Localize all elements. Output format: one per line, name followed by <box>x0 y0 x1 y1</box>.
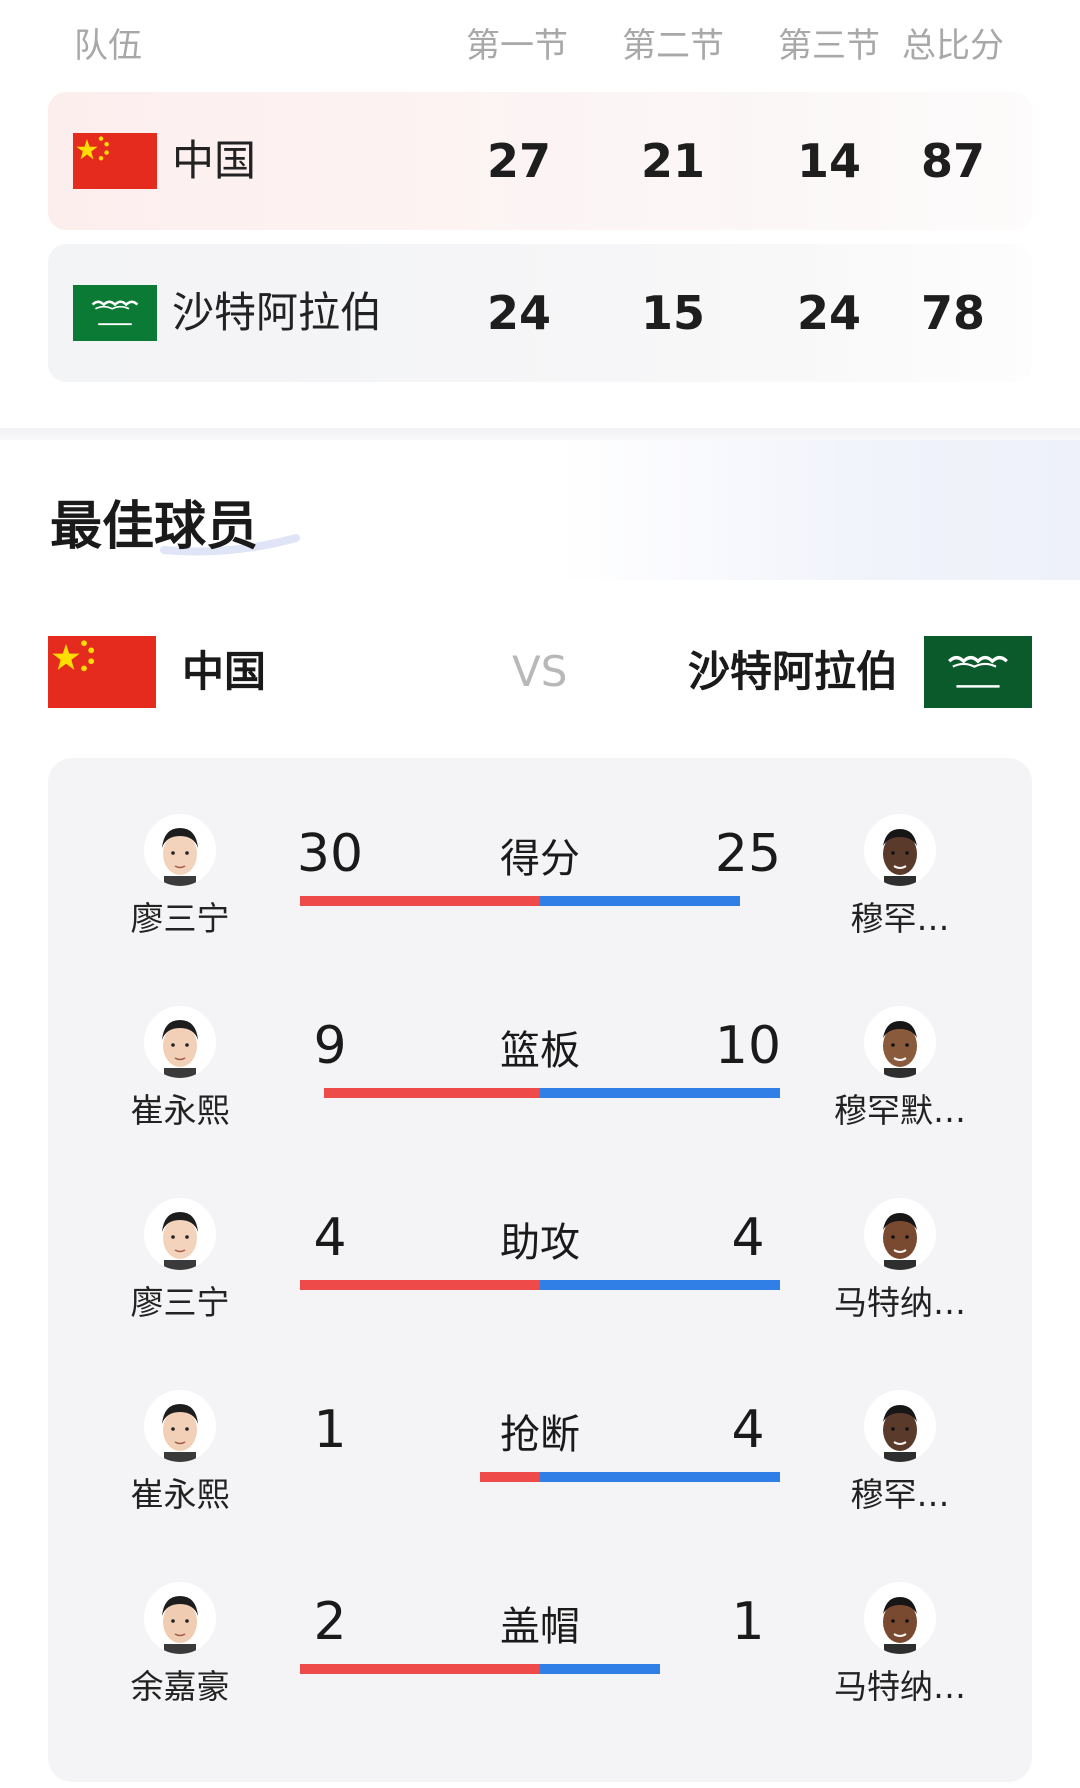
team-name: 中国 <box>172 136 257 185</box>
vs-label: VS <box>512 647 568 696</box>
player-avatar[interactable] <box>144 1198 216 1270</box>
left-team-bar <box>324 1088 540 1098</box>
player-avatar[interactable] <box>864 1198 936 1270</box>
stat-row[interactable]: 崔永熙 穆罕… 1 4 抢断 <box>48 1390 1032 1570</box>
player-avatar[interactable] <box>144 1006 216 1078</box>
left-team-bar <box>300 1280 540 1290</box>
stat-row[interactable]: 廖三宁 穆罕… 30 25 得分 <box>48 814 1032 994</box>
right-team-bar <box>540 1664 660 1674</box>
left-stat-value: 9 <box>313 1016 347 1076</box>
player-avatar[interactable] <box>144 1582 216 1654</box>
score-q1: 27 <box>486 134 551 188</box>
header-team: 队伍 <box>74 26 142 66</box>
right-stat-value: 4 <box>731 1208 765 1268</box>
player-avatar[interactable] <box>864 1582 936 1654</box>
stat-label: 助攻 <box>500 1220 580 1266</box>
right-team-bar <box>540 1280 780 1290</box>
saudi-flag-icon <box>73 285 157 341</box>
score-q2: 21 <box>640 134 705 188</box>
stat-row[interactable]: 余嘉豪 马特纳… 2 1 盖帽 <box>48 1582 1032 1762</box>
best-players-section: 最佳球员 中国 VS 沙特阿拉伯 廖三宁 穆罕… 30 25 得分 崔永熙 穆罕… <box>0 440 1080 1788</box>
score-total: 78 <box>920 286 985 340</box>
left-stat-value: 2 <box>313 1592 347 1652</box>
player-avatar[interactable] <box>144 814 216 886</box>
section-divider <box>0 428 1080 440</box>
stat-label: 得分 <box>500 836 580 882</box>
comparison-bar <box>48 1088 1032 1098</box>
score-q1: 24 <box>486 286 551 340</box>
left-team-name: 中国 <box>182 647 267 696</box>
left-team-bar <box>300 896 540 906</box>
right-stat-value: 4 <box>731 1400 765 1460</box>
stat-label: 盖帽 <box>500 1604 580 1650</box>
right-team-bar <box>540 1088 780 1098</box>
header-q2: 第二节 <box>622 26 724 66</box>
left-stat-value: 4 <box>313 1208 347 1268</box>
score-table-header: 队伍 第一节 第二节 第三节 总比分 <box>0 18 1080 74</box>
player-avatar[interactable] <box>864 1390 936 1462</box>
score-q3: 14 <box>796 134 861 188</box>
score-table: 队伍 第一节 第二节 第三节 总比分 中国 27 21 14 87 沙特阿拉伯 … <box>0 0 1080 428</box>
score-q3: 24 <box>796 286 861 340</box>
stats-comparison-card: 廖三宁 穆罕… 30 25 得分 崔永熙 穆罕默… 9 10 篮板 廖三宁 马特… <box>48 758 1032 1782</box>
right-stat-value: 10 <box>714 1016 782 1076</box>
china-flag-icon <box>73 133 157 189</box>
stat-label: 篮板 <box>500 1028 580 1074</box>
left-stat-value: 1 <box>313 1400 347 1460</box>
comparison-bar <box>48 1280 1032 1290</box>
score-q2: 15 <box>640 286 705 340</box>
left-stat-value: 30 <box>296 824 364 884</box>
right-stat-value: 25 <box>714 824 782 884</box>
stat-row[interactable]: 廖三宁 马特纳… 4 4 助攻 <box>48 1198 1032 1378</box>
vs-header: 中国 VS 沙特阿拉伯 <box>0 636 1080 708</box>
comparison-bar <box>48 1472 1032 1482</box>
comparison-bar <box>48 1664 1032 1674</box>
player-avatar[interactable] <box>864 814 936 886</box>
header-decoration <box>560 440 1080 580</box>
stat-label: 抢断 <box>500 1412 580 1458</box>
china-flag-icon <box>48 636 156 708</box>
stat-row[interactable]: 崔永熙 穆罕默… 9 10 篮板 <box>48 1006 1032 1186</box>
player-avatar[interactable] <box>864 1006 936 1078</box>
team-name: 沙特阿拉伯 <box>172 288 383 337</box>
score-row-saudi[interactable]: 沙特阿拉伯 24 15 24 78 <box>48 244 1032 382</box>
header-total: 总比分 <box>902 26 1004 66</box>
header-q3: 第三节 <box>778 26 880 66</box>
player-avatar[interactable] <box>144 1390 216 1462</box>
right-team-bar <box>540 896 740 906</box>
right-stat-value: 1 <box>731 1592 765 1652</box>
left-team-bar <box>300 1664 540 1674</box>
right-team-name: 沙特阿拉伯 <box>687 647 898 696</box>
saudi-flag-icon <box>924 636 1032 708</box>
header-q1: 第一节 <box>466 26 568 66</box>
comparison-bar <box>48 896 1032 906</box>
score-row-china[interactable]: 中国 27 21 14 87 <box>48 92 1032 230</box>
section-title: 最佳球员 <box>50 497 259 557</box>
right-team-bar <box>540 1472 780 1482</box>
left-team-bar <box>480 1472 540 1482</box>
score-total: 87 <box>920 134 985 188</box>
